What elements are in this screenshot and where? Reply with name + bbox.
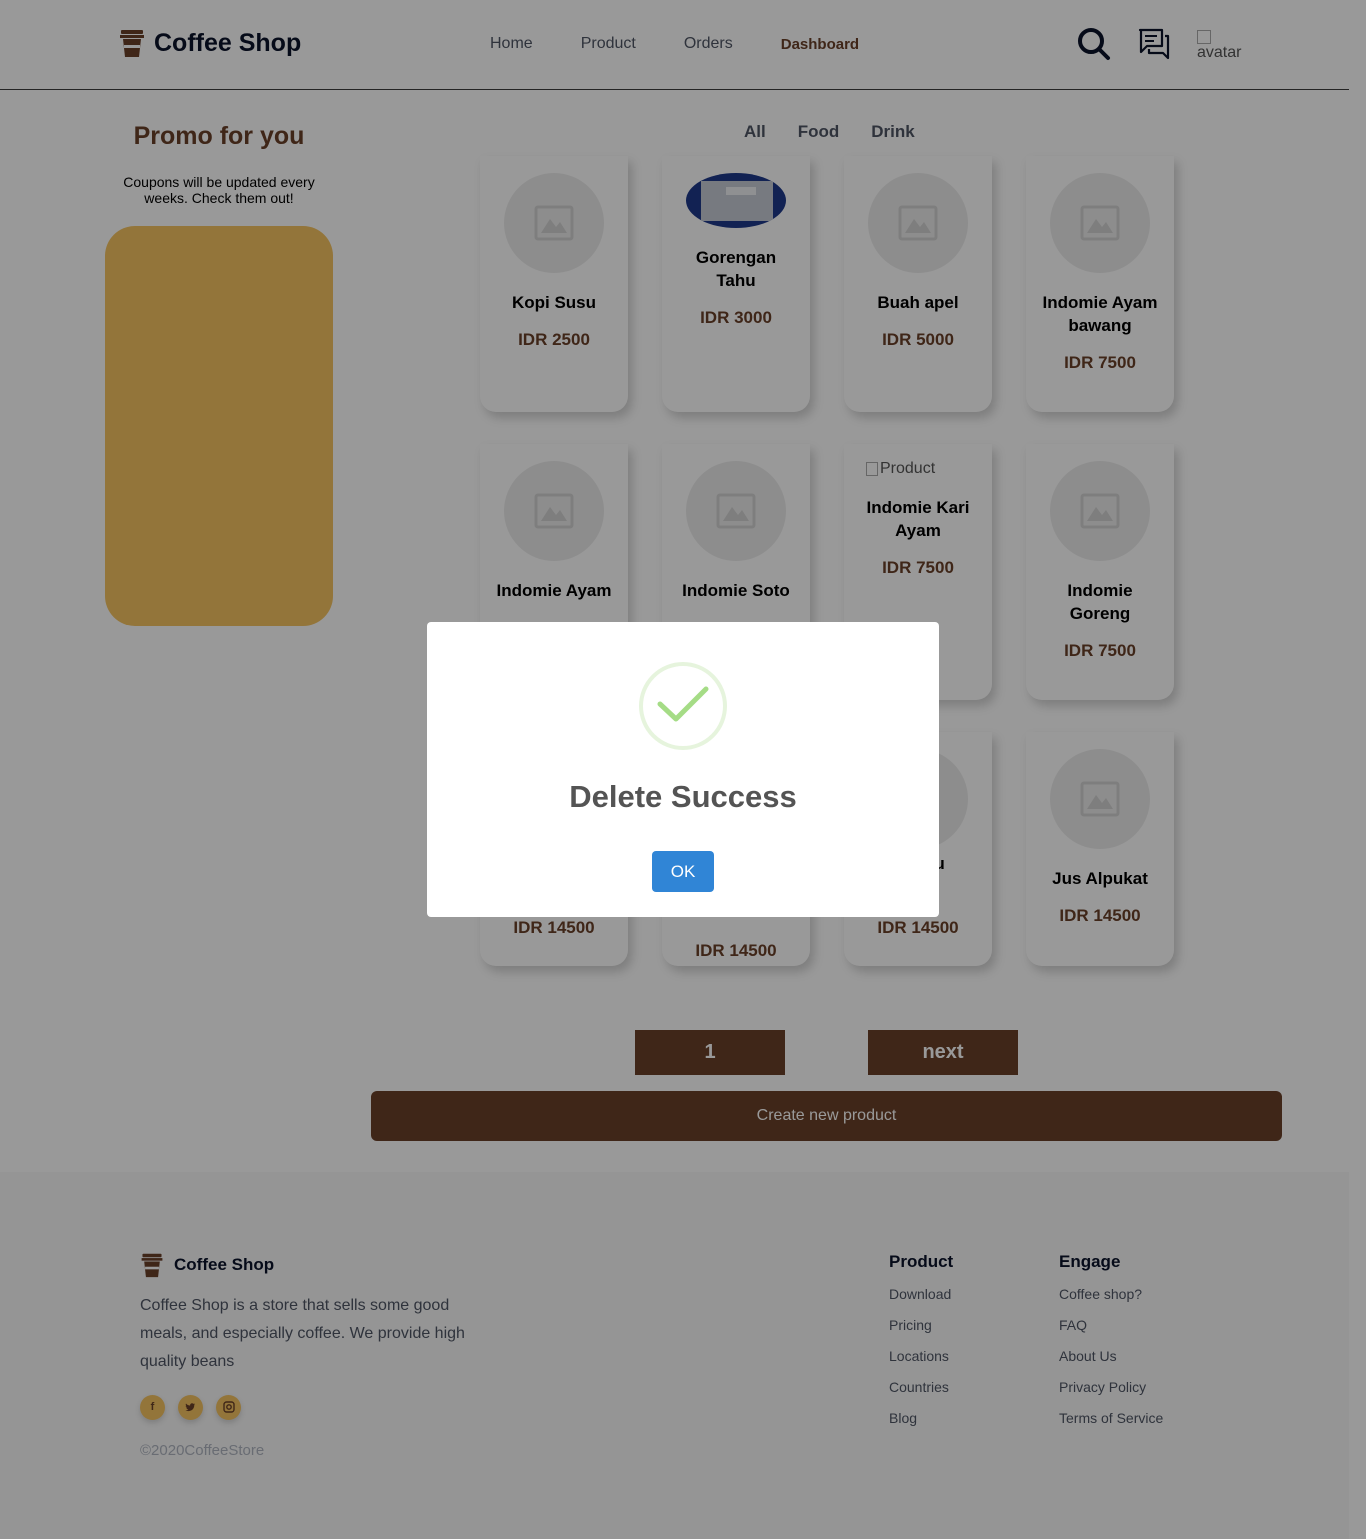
success-check-icon (639, 662, 727, 750)
dialog-title: Delete Success (569, 779, 797, 814)
success-dialog: Delete Success OK (427, 622, 939, 917)
ok-button[interactable]: OK (652, 851, 714, 892)
